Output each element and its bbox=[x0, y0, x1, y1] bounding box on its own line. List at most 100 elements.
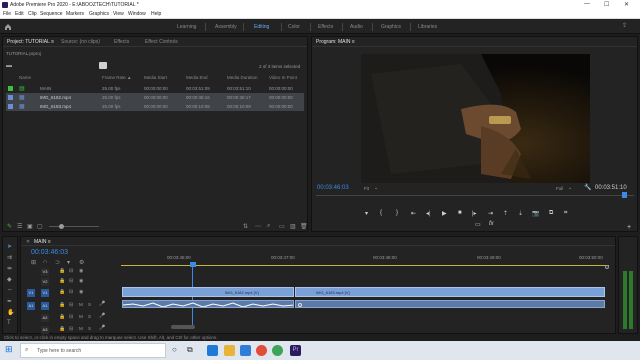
bin-icon[interactable]: ▬ bbox=[6, 63, 12, 69]
solo-button[interactable]: S bbox=[88, 326, 91, 331]
cortana-icon[interactable]: ○ bbox=[172, 345, 177, 354]
audio-clip-img6182[interactable] bbox=[122, 300, 294, 308]
menu-view[interactable]: View bbox=[113, 11, 124, 17]
snap-icon[interactable]: ∩ bbox=[43, 259, 47, 265]
find-icon[interactable]: ⌕ bbox=[267, 223, 270, 230]
slip-tool-icon[interactable]: ⇔ bbox=[7, 287, 13, 293]
lock-icon[interactable]: 🔒 bbox=[59, 289, 65, 295]
store-icon[interactable] bbox=[240, 345, 251, 356]
tab-sequence-main[interactable]: MAIN ≡ bbox=[34, 239, 51, 245]
premiere-taskbar-icon[interactable]: Pr bbox=[290, 345, 301, 356]
razor-tool-icon[interactable]: ◆ bbox=[7, 276, 12, 283]
microphone-icon[interactable]: 🎤 bbox=[99, 325, 105, 331]
tab-source[interactable]: Source: (no clips) bbox=[61, 39, 100, 45]
workspace-editing[interactable]: Editing bbox=[254, 24, 269, 30]
menu-file[interactable]: File bbox=[3, 11, 11, 17]
workspace-graphics[interactable]: Graphics bbox=[381, 24, 401, 30]
project-row-img6183[interactable]: ▦ IMG_6183.mp4 25.00 fps 00:00:00:00 00:… bbox=[6, 102, 304, 111]
timeline-clip-img6183[interactable]: IMG_6183.mp4 [V] bbox=[295, 287, 605, 297]
project-row-img6182[interactable]: ▦ IMG_6182.mp4 25.00 fps 00:00:00:00 00:… bbox=[6, 93, 304, 102]
linked-selection-icon[interactable]: ⊃ bbox=[55, 259, 60, 266]
workspace-learning[interactable]: Learning bbox=[177, 24, 196, 30]
sync-lock-icon[interactable]: ⊟ bbox=[69, 289, 73, 295]
track-id[interactable]: A2 bbox=[41, 314, 49, 322]
source-patch-v1[interactable]: V1 bbox=[27, 289, 35, 297]
list-view-icon[interactable]: ☰ bbox=[17, 223, 22, 230]
go-to-out-icon[interactable]: ⇥ bbox=[488, 210, 493, 217]
zoom-slider-handle[interactable] bbox=[59, 224, 64, 229]
column-video-in-point[interactable]: Video In Point bbox=[269, 75, 297, 80]
automate-icon[interactable]: ⋯ bbox=[255, 223, 261, 230]
lock-icon[interactable]: 🔒 bbox=[59, 302, 65, 308]
close-button[interactable]: ✕ bbox=[624, 1, 629, 8]
trash-icon[interactable]: 🗑 bbox=[300, 223, 308, 230]
lock-icon[interactable]: 🔒 bbox=[59, 326, 65, 332]
edge-icon[interactable] bbox=[207, 345, 218, 356]
maximize-button[interactable]: ☐ bbox=[604, 1, 609, 8]
column-frame-rate[interactable]: Frame Rate ▲ bbox=[102, 75, 131, 80]
button-editor-icon[interactable]: ▭ bbox=[475, 221, 481, 228]
mute-button[interactable]: M bbox=[79, 326, 83, 331]
home-icon[interactable] bbox=[4, 23, 12, 31]
export-frame-icon[interactable]: 📷 bbox=[532, 210, 539, 217]
selection-tool-icon[interactable]: ➤ bbox=[7, 243, 12, 250]
eye-icon[interactable]: ◉ bbox=[79, 278, 83, 284]
minimize-button[interactable]: — bbox=[584, 1, 590, 7]
file-explorer-icon[interactable] bbox=[224, 345, 235, 356]
hand-tool-icon[interactable]: ✋ bbox=[7, 309, 14, 316]
pencil-icon[interactable]: ✎ bbox=[7, 223, 12, 230]
tab-project[interactable]: Project: TUTORIAL ≡ bbox=[7, 39, 54, 45]
fx-icon[interactable]: fx bbox=[489, 221, 494, 227]
menu-edit[interactable]: Edit bbox=[15, 11, 24, 17]
sync-lock-icon[interactable]: ⊟ bbox=[69, 302, 73, 308]
add-marker-icon[interactable]: ▾ bbox=[67, 259, 70, 266]
program-current-time[interactable]: 00:03:46:03 bbox=[317, 185, 349, 191]
task-view-icon[interactable]: ⧉ bbox=[187, 345, 193, 355]
marker-icon[interactable]: ▾ bbox=[365, 210, 368, 217]
safe-margins-icon[interactable]: ⌗ bbox=[564, 210, 567, 217]
microphone-icon[interactable]: 🎤 bbox=[99, 301, 105, 307]
new-item-icon[interactable]: ▥ bbox=[290, 223, 296, 230]
microphone-icon[interactable]: 🎤 bbox=[99, 313, 105, 319]
stop-icon[interactable]: ■ bbox=[458, 210, 462, 216]
menu-markers[interactable]: Markers bbox=[66, 11, 84, 17]
app-icon[interactable] bbox=[272, 345, 283, 356]
tab-program[interactable]: Program: MAIN ≡ bbox=[316, 39, 355, 45]
column-media-duration[interactable]: Media Duration bbox=[227, 75, 258, 80]
lift-icon[interactable]: ⇡ bbox=[503, 210, 508, 217]
timeline-timecode[interactable]: 00:03:46:03 bbox=[31, 249, 68, 256]
timeline-horizontal-scrollbar[interactable] bbox=[171, 325, 195, 329]
program-scrub-bar[interactable] bbox=[316, 195, 634, 196]
audio-clip-img6183[interactable] bbox=[295, 300, 605, 308]
insert-nest-icon[interactable]: ⊞ bbox=[31, 259, 36, 266]
track-id[interactable]: V2 bbox=[41, 278, 49, 286]
freeform-view-icon[interactable]: ▢ bbox=[37, 223, 43, 230]
menu-help[interactable]: Help bbox=[151, 11, 161, 17]
eye-icon[interactable]: ◉ bbox=[79, 289, 83, 295]
lock-icon[interactable]: 🔒 bbox=[59, 314, 65, 320]
share-icon[interactable]: ⇪ bbox=[622, 22, 627, 29]
column-name[interactable]: Name bbox=[19, 75, 31, 80]
windows-start-icon[interactable]: ⊞ bbox=[5, 344, 13, 355]
menu-window[interactable]: Window bbox=[128, 11, 146, 17]
timeline-close-icon[interactable]: ✕ bbox=[26, 239, 30, 245]
step-forward-icon[interactable]: |▸ bbox=[472, 210, 477, 217]
menu-sequence[interactable]: Sequence bbox=[40, 11, 63, 17]
eye-icon[interactable]: ◉ bbox=[79, 268, 83, 274]
timeline-settings-icon[interactable]: ⚙ bbox=[79, 259, 84, 266]
timeline-clip-img6182[interactable]: IMG_6182.mp4 [V] bbox=[122, 287, 294, 297]
sync-lock-icon[interactable]: ⊟ bbox=[69, 268, 73, 274]
extract-icon[interactable]: ⇣ bbox=[518, 210, 523, 217]
menu-graphics[interactable]: Graphics bbox=[89, 11, 109, 17]
track-id[interactable]: A1 bbox=[41, 302, 49, 310]
new-bin-icon[interactable] bbox=[99, 62, 107, 69]
wrench-icon[interactable]: 🔧 bbox=[584, 184, 591, 191]
solo-button[interactable]: S bbox=[88, 302, 91, 307]
new-bin-footer-icon[interactable]: ▭ bbox=[279, 223, 285, 230]
tab-effects[interactable]: Effects bbox=[114, 39, 129, 45]
tab-effect-controls[interactable]: Effect Controls bbox=[145, 39, 178, 45]
lock-icon[interactable]: 🔒 bbox=[59, 268, 65, 274]
zoom-slider[interactable] bbox=[49, 226, 99, 227]
program-playhead[interactable] bbox=[622, 192, 627, 198]
menu-clip[interactable]: Clip bbox=[28, 11, 37, 17]
